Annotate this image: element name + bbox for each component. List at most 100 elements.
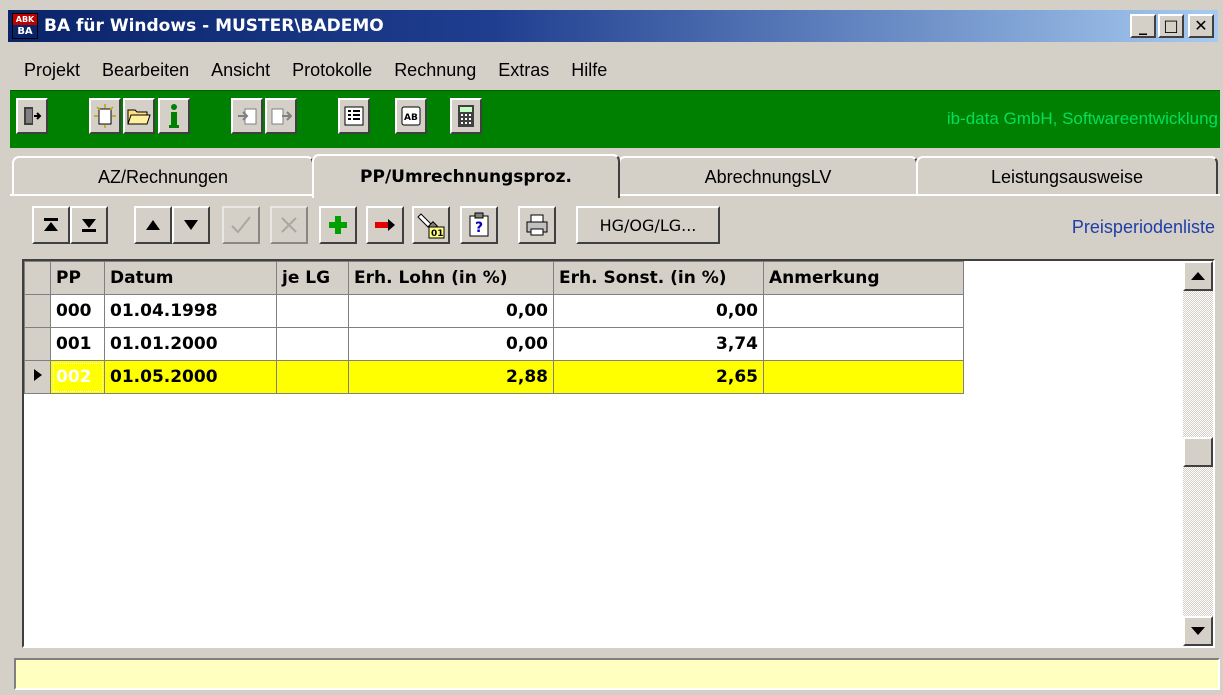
column-header-je-lg[interactable]: je LG — [276, 261, 349, 295]
minimize-button[interactable]: _ — [1130, 14, 1156, 38]
tab-abrechnungslv[interactable]: AbrechnungsLV — [618, 156, 918, 196]
cell-anmerkung[interactable] — [763, 327, 964, 361]
cell-pp[interactable]: 002 — [50, 360, 105, 394]
cell-erh-lohn[interactable]: 0,00 — [348, 327, 554, 361]
vertical-scrollbar[interactable] — [1183, 261, 1213, 646]
export-icon — [271, 108, 292, 125]
cell-je-lg[interactable] — [276, 327, 349, 361]
row-indicator[interactable] — [24, 294, 51, 328]
table-row[interactable]: 001 01.01.2000 0,00 3,74 — [24, 327, 964, 361]
menu-projekt[interactable]: Projekt — [14, 60, 91, 81]
next-record-button[interactable] — [172, 206, 210, 244]
menu-rechnung[interactable]: Rechnung — [383, 60, 487, 81]
flashlight-search-icon: 01 — [417, 213, 445, 239]
list-title: Preisperiodenliste — [1071, 217, 1215, 237]
menu-hilfe[interactable]: Hilfe — [560, 60, 618, 81]
column-header-anmerkung[interactable]: Anmerkung — [763, 261, 964, 295]
search-button[interactable]: 01 — [412, 206, 450, 244]
table-header-row: PP Datum je LG Erh. Lohn (in %) Erh. Son… — [24, 261, 964, 295]
column-header-erh-lohn[interactable]: Erh. Lohn (in %) — [348, 261, 554, 295]
title-bar[interactable]: ABK BA BA für Windows - MUSTER\BADEMO _ … — [8, 10, 1218, 42]
details-button[interactable]: ? — [460, 206, 498, 244]
confirm-button[interactable] — [222, 206, 260, 244]
open-button[interactable] — [123, 98, 155, 134]
cell-erh-lohn[interactable]: 0,00 — [348, 294, 554, 328]
cell-datum[interactable]: 01.01.2000 — [104, 327, 277, 361]
scroll-up-icon — [1191, 272, 1205, 280]
ab-document-button[interactable]: AB — [395, 98, 427, 134]
row-indicator[interactable] — [24, 327, 51, 361]
row-indicator-header — [24, 261, 51, 295]
tab-az-rechnungen[interactable]: AZ/Rechnungen — [12, 156, 314, 196]
app-logo-top-text: ABK — [13, 14, 37, 25]
column-header-datum[interactable]: Datum — [104, 261, 277, 295]
cell-je-lg[interactable] — [276, 360, 349, 394]
scroll-down-button[interactable] — [1183, 616, 1213, 646]
calculator-button[interactable] — [450, 98, 482, 134]
window-title: BA für Windows - MUSTER\BADEMO — [44, 16, 384, 36]
cell-erh-sonst[interactable]: 2,65 — [553, 360, 764, 394]
cell-datum[interactable]: 01.04.1998 — [104, 294, 277, 328]
first-record-button[interactable] — [32, 206, 70, 244]
tab-label: AbrechnungsLV — [704, 166, 832, 187]
app-logo-bottom-text: BA — [13, 25, 37, 38]
cell-erh-lohn[interactable]: 2,88 — [348, 360, 554, 394]
search-badge: 01 — [431, 229, 444, 239]
cell-je-lg[interactable] — [276, 294, 349, 328]
first-record-icon — [44, 218, 58, 231]
cell-datum[interactable]: 01.05.2000 — [104, 360, 277, 394]
clipboard-info-icon: ? — [469, 212, 489, 237]
import-button[interactable] — [231, 98, 263, 134]
tab-pp-umrechnungsproz[interactable]: PP/Umrechnungsproz. — [312, 154, 620, 198]
column-header-pp[interactable]: PP — [50, 261, 105, 295]
maximize-button[interactable]: □ — [1158, 14, 1184, 38]
ab-document-icon: AB — [401, 106, 421, 126]
app-window: ABK BA BA für Windows - MUSTER\BADEMO _ … — [0, 0, 1223, 695]
menu-bar: Projekt Bearbeiten Ansicht Protokolle Re… — [14, 60, 618, 81]
export-button[interactable] — [265, 98, 297, 134]
cell-pp[interactable]: 001 — [50, 327, 105, 361]
exit-button[interactable] — [16, 98, 48, 134]
arrow-up-icon — [146, 220, 160, 230]
menu-extras[interactable]: Extras — [487, 60, 560, 81]
import-icon — [238, 108, 257, 125]
scroll-down-icon — [1191, 627, 1205, 635]
exit-icon — [24, 107, 42, 125]
cell-anmerkung[interactable] — [763, 294, 964, 328]
minimize-icon: _ — [1139, 16, 1147, 35]
maximize-icon: □ — [1163, 16, 1179, 35]
print-button[interactable] — [518, 206, 556, 244]
last-record-button[interactable] — [70, 206, 108, 244]
menu-bearbeiten[interactable]: Bearbeiten — [91, 60, 200, 81]
price-period-grid[interactable]: PP Datum je LG Erh. Lohn (in %) Erh. Son… — [22, 259, 1215, 648]
tab-leistungsausweise[interactable]: Leistungsausweise — [916, 156, 1218, 196]
current-row-indicator[interactable] — [24, 360, 51, 394]
menu-ansicht[interactable]: Ansicht — [200, 60, 281, 81]
add-record-button[interactable] — [319, 206, 357, 244]
close-button[interactable]: ✕ — [1188, 14, 1214, 38]
scroll-thumb[interactable] — [1183, 437, 1213, 467]
tab-label: PP/Umrechnungsproz. — [360, 167, 572, 187]
cell-erh-sonst[interactable]: 3,74 — [553, 327, 764, 361]
cell-erh-sonst[interactable]: 0,00 — [553, 294, 764, 328]
cell-anmerkung[interactable] — [763, 360, 964, 394]
cell-pp[interactable]: 000 — [50, 294, 105, 328]
app-logo-icon: ABK BA — [12, 13, 38, 39]
table-row-selected[interactable]: 002 01.05.2000 2,88 2,65 — [24, 360, 964, 394]
tree-list-button[interactable] — [338, 98, 370, 134]
cancel-button[interactable] — [270, 206, 308, 244]
menu-protokolle[interactable]: Protokolle — [281, 60, 383, 81]
status-bar — [14, 658, 1220, 690]
delete-arrow-icon — [375, 219, 395, 231]
current-row-arrow-icon — [33, 369, 42, 381]
checkmark-icon — [231, 216, 251, 234]
delete-record-button[interactable] — [366, 206, 404, 244]
table-row[interactable]: 000 01.04.1998 0,00 0,00 — [24, 294, 964, 328]
hg-og-lg-button[interactable]: HG/OG/LG... — [576, 206, 720, 244]
column-header-erh-sonst[interactable]: Erh. Sonst. (in %) — [553, 261, 764, 295]
scroll-up-button[interactable] — [1183, 261, 1213, 291]
arrow-down-icon — [184, 220, 198, 230]
previous-record-button[interactable] — [134, 206, 172, 244]
new-button[interactable] — [89, 98, 121, 134]
info-button[interactable] — [158, 98, 190, 134]
